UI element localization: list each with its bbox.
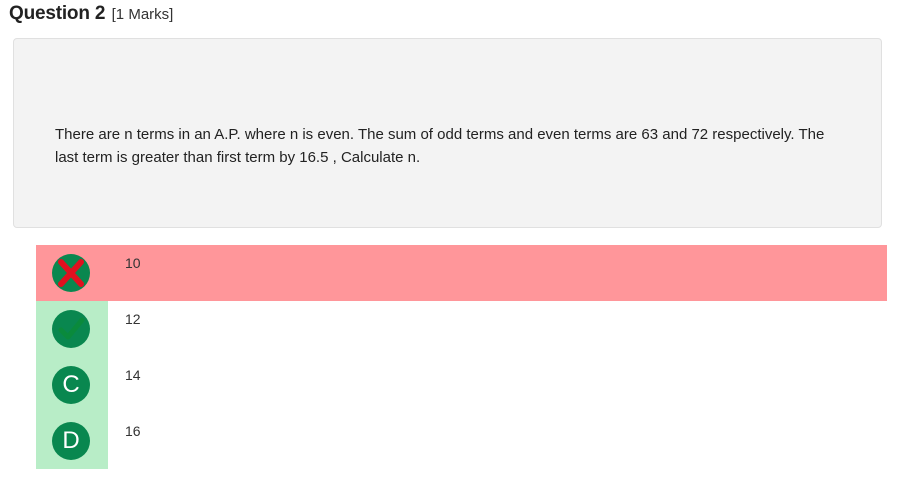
option-d[interactable]: D 16 bbox=[36, 413, 887, 469]
option-letter-badge: C bbox=[52, 366, 90, 404]
question-marks: [1 Marks] bbox=[111, 6, 174, 23]
question-title: Question 2 bbox=[9, 3, 106, 24]
check-mark-icon bbox=[58, 317, 85, 340]
option-a[interactable]: 10 bbox=[36, 245, 887, 301]
option-label: 12 bbox=[125, 311, 141, 327]
option-marker: D bbox=[36, 413, 108, 469]
option-b[interactable]: 12 bbox=[36, 301, 887, 357]
option-marker bbox=[36, 245, 108, 301]
question-box: There are n terms in an A.P. where n is … bbox=[13, 38, 882, 228]
option-marker: C bbox=[36, 357, 108, 413]
options-list: 10 12 C 14 D 16 bbox=[36, 245, 887, 469]
option-label: 10 bbox=[125, 255, 141, 271]
option-label: 14 bbox=[125, 367, 141, 383]
option-badge bbox=[52, 310, 90, 348]
option-badge bbox=[52, 254, 90, 292]
question-header: Question 2 [1 Marks] bbox=[9, 3, 173, 25]
option-letter-badge: D bbox=[52, 422, 90, 460]
question-text: There are n terms in an A.P. where n is … bbox=[55, 126, 825, 166]
x-mark-icon bbox=[58, 259, 84, 287]
option-c[interactable]: C 14 bbox=[36, 357, 887, 413]
option-marker bbox=[36, 301, 108, 357]
option-label: 16 bbox=[125, 423, 141, 439]
